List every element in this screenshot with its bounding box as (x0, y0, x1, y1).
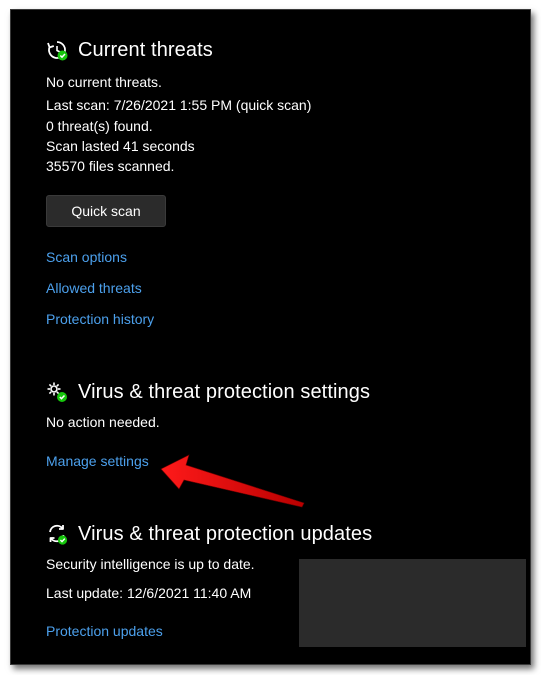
allowed-threats-link[interactable]: Allowed threats (46, 280, 142, 296)
scan-options-link[interactable]: Scan options (46, 249, 127, 265)
last-scan-text: Last scan: 7/26/2021 1:55 PM (quick scan… (46, 97, 312, 113)
protection-updates-title: Virus & threat protection updates (78, 523, 373, 545)
status-no-threats: No current threats. (46, 74, 162, 90)
protection-history-link[interactable]: Protection history (46, 311, 154, 327)
clock-refresh-icon (46, 39, 68, 66)
gear-check-icon (46, 381, 68, 408)
quick-scan-button[interactable]: Quick scan (46, 195, 166, 227)
redaction-box (299, 559, 526, 647)
current-threats-title: Current threats (78, 39, 213, 61)
intelligence-status-text: Security intelligence is up to date. (46, 556, 255, 572)
last-update-text: Last update: 12/6/2021 11:40 AM (46, 585, 252, 601)
protection-updates-link[interactable]: Protection updates (46, 623, 163, 639)
settings-status-text: No action needed. (46, 414, 160, 430)
defender-window: Current threats No current threats. Last… (10, 9, 531, 665)
files-scanned-text: 35570 files scanned. (46, 158, 175, 174)
refresh-check-icon (46, 523, 68, 550)
scan-duration-text: Scan lasted 41 seconds (46, 138, 195, 154)
threats-found-text: 0 threat(s) found. (46, 118, 153, 134)
manage-settings-link[interactable]: Manage settings (46, 453, 149, 469)
protection-settings-title: Virus & threat protection settings (78, 381, 371, 403)
